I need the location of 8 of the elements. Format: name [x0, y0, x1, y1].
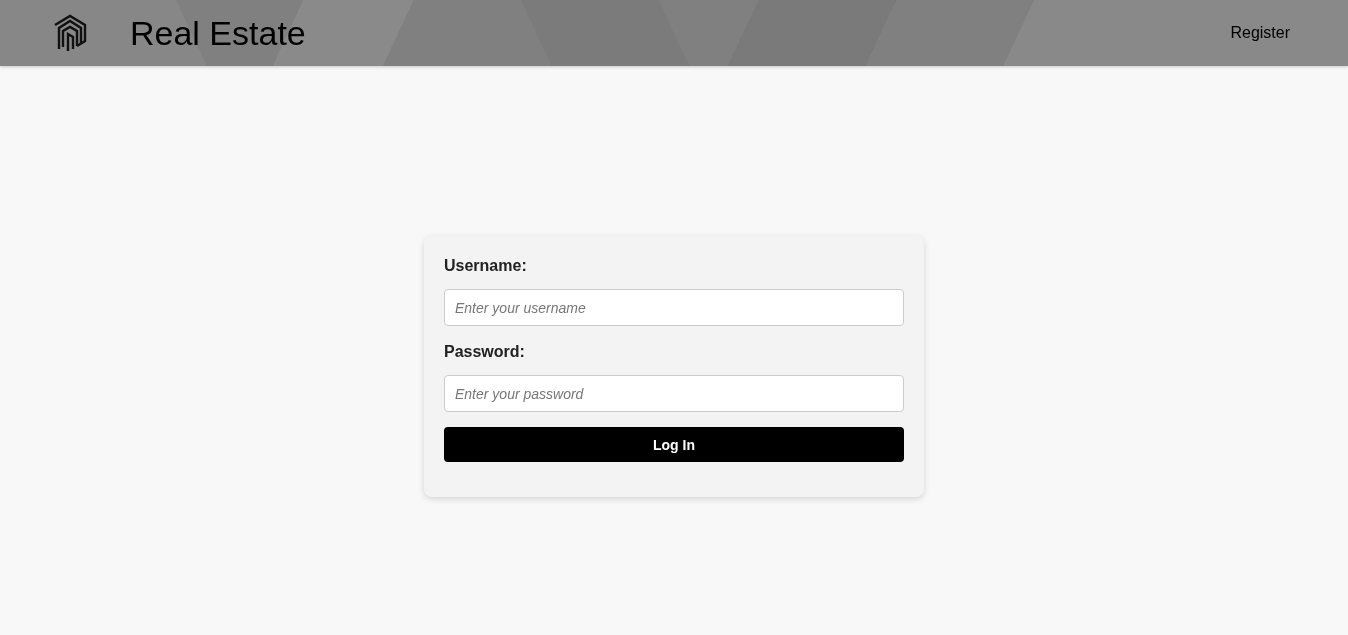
field-label: Username: — [444, 257, 528, 275]
input-field[interactable]: Enter your username — [444, 289, 904, 326]
field-label: Password: — [444, 343, 526, 361]
building-logo-icon — [52, 13, 88, 53]
login-button[interactable]: Log In — [444, 427, 904, 462]
site-title: Real Estate — [130, 13, 306, 53]
register-link[interactable]: Register — [1230, 24, 1290, 41]
input-field[interactable]: Enter your password — [444, 375, 904, 412]
